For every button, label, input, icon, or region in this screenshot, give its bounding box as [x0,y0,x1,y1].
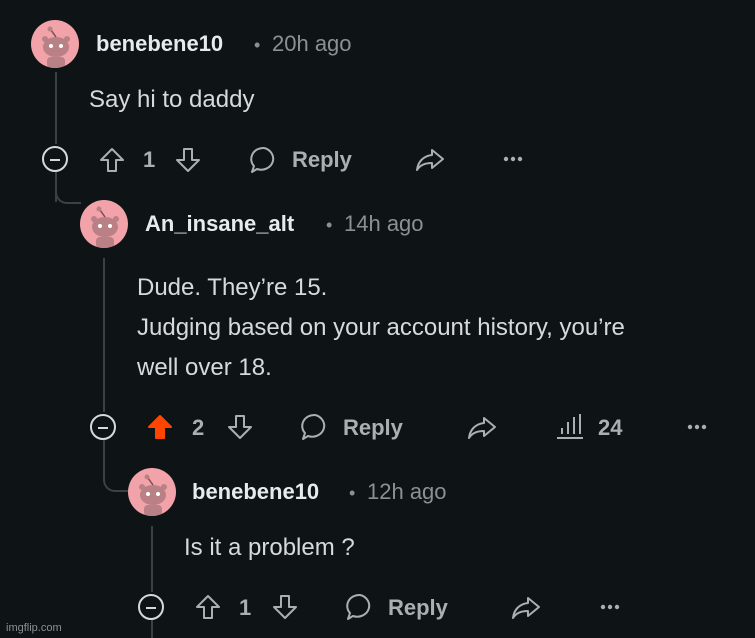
snoo-avatar-icon [139,474,167,516]
username[interactable]: benebene10 [192,479,319,505]
collapse-button[interactable] [138,594,164,620]
upvote-count: 2 [192,415,205,440]
share-arrow-icon[interactable] [510,594,542,622]
bar-chart-icon[interactable] [555,412,585,440]
separator-dot: • [326,215,333,235]
comment-body: Dude. They’re 15. Judging based on your … [137,268,625,388]
comment-line: Dude. They’re 15. [137,274,328,301]
thread-line [151,526,153,592]
comment-body: Is it a problem ? [184,528,355,568]
upvote-count: 1 [143,147,156,172]
thread-line [103,258,105,412]
comment-line: well over 18. [137,354,272,381]
separator-dot: • [349,483,356,503]
arrow-up-icon[interactable] [194,593,222,621]
avatar[interactable] [128,468,176,516]
reply-button[interactable]: Reply [388,595,448,621]
reply-button[interactable]: Reply [343,415,403,441]
chat-bubble-icon[interactable] [248,144,280,176]
timestamp[interactable]: 12h ago [367,479,447,505]
thread-line [55,72,57,144]
thread-connector [55,172,81,204]
ellipsis-icon[interactable] [686,423,708,431]
arrow-down-icon[interactable] [174,146,202,174]
comment-line: Is it a problem ? [184,534,355,561]
comment-line: Say hi to daddy [89,86,255,113]
username[interactable]: benebene10 [96,31,223,57]
snoo-avatar-icon [42,26,70,68]
username[interactable]: An_insane_alt [145,211,294,237]
thread-line [151,620,153,638]
timestamp[interactable]: 14h ago [344,211,424,237]
arrow-down-icon[interactable] [271,593,299,621]
chat-bubble-icon[interactable] [344,591,376,623]
share-arrow-icon[interactable] [466,414,498,442]
avatar[interactable] [80,200,128,248]
reply-button[interactable]: Reply [292,147,352,173]
watermark: imgflip.com [6,622,62,634]
upvote-count: 1 [239,595,252,620]
timestamp[interactable]: 20h ago [272,31,352,57]
view-count: 24 [598,415,623,440]
collapse-button[interactable] [42,146,68,172]
collapse-button[interactable] [90,414,116,440]
avatar[interactable] [31,20,79,68]
arrow-down-icon[interactable] [226,413,254,441]
arrow-up-icon[interactable] [98,146,126,174]
chat-bubble-icon[interactable] [299,411,331,443]
separator-dot: • [254,35,261,55]
thread-connector [103,440,129,492]
ellipsis-icon[interactable] [599,603,621,611]
snoo-avatar-icon [91,206,119,248]
comment-line: Judging based on your account history, y… [137,314,625,341]
arrow-up-icon[interactable] [146,413,174,441]
share-arrow-icon[interactable] [414,146,446,174]
ellipsis-icon[interactable] [502,155,524,163]
comment-body: Say hi to daddy [89,80,254,120]
